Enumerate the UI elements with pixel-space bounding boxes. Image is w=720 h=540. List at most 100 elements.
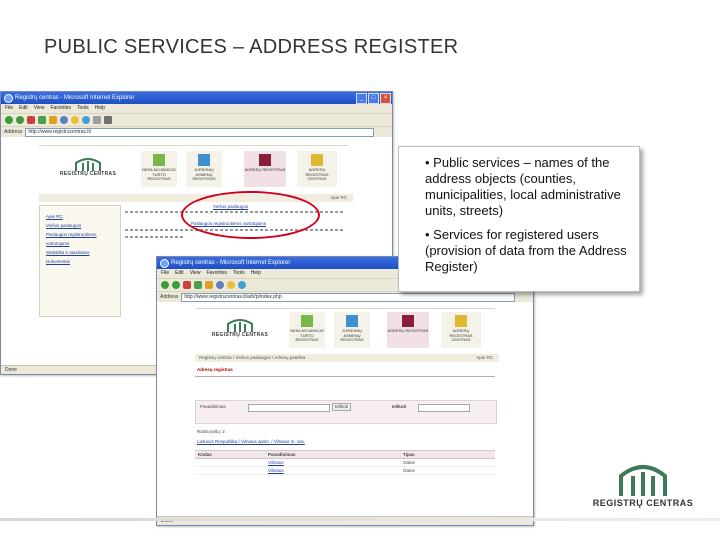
address-register-icon xyxy=(402,315,414,327)
tile-address-register[interactable]: ADRESŲ REGISTRAS xyxy=(244,151,286,187)
ie-icon xyxy=(160,259,169,268)
menu-file[interactable]: File xyxy=(5,104,13,113)
stop-icon[interactable] xyxy=(27,116,35,124)
table-row[interactable]: Vilniaus Gatvė xyxy=(195,467,495,475)
table-row[interactable]: Vilniaus Gatvė xyxy=(195,459,495,467)
rc-logo-text: REGISTRŲ CENTRAS xyxy=(59,171,117,177)
menu-view[interactable]: View xyxy=(34,104,45,113)
slide-title: PUBLIC SERVICES – ADDRESS REGISTER xyxy=(44,36,459,58)
menu-edit[interactable]: Edit xyxy=(175,269,184,278)
menu-edit[interactable]: Edit xyxy=(19,104,28,113)
tile-label: ADRESŲ REGISTRAS CENTRAS xyxy=(305,167,329,181)
status-text: Done xyxy=(5,367,17,373)
address-input[interactable]: http://www.registrucentras.lt/adr/p/inde… xyxy=(181,292,515,302)
menu-file[interactable]: File xyxy=(161,269,169,278)
tile-real-estate[interactable]: NEKILNOJAMOJO TURTO REGISTRAS xyxy=(289,312,325,348)
refresh-icon[interactable] xyxy=(194,281,202,289)
address-register-icon xyxy=(259,154,271,166)
home-icon[interactable] xyxy=(205,281,213,289)
rc-logo-icon xyxy=(227,319,253,332)
legal-entities-icon xyxy=(198,154,210,166)
search-panel: Pavadinimas Ieškoti Ieškoti xyxy=(195,400,497,424)
refresh-icon[interactable] xyxy=(38,116,46,124)
back-icon[interactable] xyxy=(5,116,13,124)
tile-centre[interactable]: ADRESŲ REGISTRAS CENTRAS xyxy=(441,312,481,348)
favorites-icon[interactable] xyxy=(227,281,235,289)
minimize-button[interactable]: _ xyxy=(356,93,367,104)
address-input[interactable]: http://www.registrucentras.lt/ xyxy=(25,127,374,137)
search-input[interactable] xyxy=(248,404,330,412)
maximize-button[interactable]: □ xyxy=(368,93,379,104)
found-count: Rasta įrašų: 2 xyxy=(197,429,225,434)
section-title: Adresų registras xyxy=(197,367,233,372)
search-button[interactable]: Ieškoti xyxy=(332,403,352,411)
search-icon[interactable] xyxy=(60,116,68,124)
cell-name[interactable]: Vilniaus xyxy=(268,467,403,474)
window-title: Registrų centras - Microsoft Internet Ex… xyxy=(15,95,135,101)
nav-right-link[interactable]: Apie RC xyxy=(330,194,347,202)
cell-code xyxy=(195,459,268,466)
forward-icon[interactable] xyxy=(16,116,24,124)
search-icon[interactable] xyxy=(216,281,224,289)
tile-label: NEKILNOJAMOJO TURTO REGISTRAS xyxy=(290,328,324,342)
tile-real-estate[interactable]: NEKILNOJAMOJO TURTO REGISTRAS xyxy=(141,151,177,187)
col-type[interactable]: Tipas xyxy=(403,451,493,458)
sidebar-item-registered-services[interactable]: Paslaugos registruotiems vartotojams xyxy=(40,230,120,248)
tile-legal-entities[interactable]: JURIDINIŲ ASMENŲ REGISTRAS xyxy=(334,312,370,348)
favorites-icon[interactable] xyxy=(71,116,79,124)
result-path-link[interactable]: Lietuvos Respublika / Vilniaus apskr. / … xyxy=(197,438,305,445)
menu-favorites[interactable]: Favorites xyxy=(206,269,227,278)
tile-label: ADRESŲ REGISTRAS xyxy=(244,167,286,172)
results-table: Kodas Pavadinimas Tipas Vilniaus Gatvė V… xyxy=(195,450,495,475)
address-label: Address xyxy=(160,294,179,300)
callout-bullet-public: • Public services – names of the address… xyxy=(425,155,621,218)
history-icon[interactable] xyxy=(82,116,90,124)
menu-favorites[interactable]: Favorites xyxy=(50,104,71,113)
real-estate-icon xyxy=(301,315,313,327)
brand-logo-icon xyxy=(619,465,667,496)
forward-icon[interactable] xyxy=(172,281,180,289)
rc-logo[interactable]: REGISTRŲ CENTRAS xyxy=(205,318,275,338)
tile-centre[interactable]: ADRESŲ REGISTRAS CENTRAS xyxy=(297,151,337,187)
cell-code xyxy=(195,467,268,474)
history-icon[interactable] xyxy=(238,281,246,289)
stop-icon[interactable] xyxy=(183,281,191,289)
breadcrumb-text[interactable]: Registrų centras / Viešos paslaugos / Ad… xyxy=(199,355,305,360)
tile-label: ADRESŲ REGISTRAS xyxy=(387,328,429,333)
col-code[interactable]: Kodas xyxy=(195,451,268,458)
close-button[interactable]: × xyxy=(380,93,391,104)
sidebar-item-documents[interactable]: Dokumentai xyxy=(40,257,120,266)
divider xyxy=(195,376,495,377)
menu-view[interactable]: View xyxy=(190,269,201,278)
toolbar xyxy=(1,113,392,126)
breadcrumb: Registrų centras / Viešos paslaugos / Ad… xyxy=(195,354,499,362)
mail-icon[interactable] xyxy=(93,116,101,124)
page-content: REGISTRŲ CENTRAS NEKILNOJAMOJO TURTO REG… xyxy=(157,304,533,516)
sidebar-item-about[interactable]: Apie RC xyxy=(40,212,120,221)
window-title: Registrų centras - Microsoft Internet Ex… xyxy=(171,260,291,266)
window-titlebar[interactable]: Registrų centras - Microsoft Internet Ex… xyxy=(1,92,392,104)
nav-right-link[interactable]: Apie RC xyxy=(476,354,493,362)
tile-label: JURIDINIŲ ASMENŲ REGISTRAS xyxy=(340,328,364,342)
rc-logo[interactable]: REGISTRŲ CENTRAS xyxy=(53,157,123,177)
home-icon[interactable] xyxy=(49,116,57,124)
menu-tools[interactable]: Tools xyxy=(233,269,245,278)
tile-legal-entities[interactable]: JURIDINIŲ ASMENŲ REGISTRAS xyxy=(186,151,222,187)
sidebar-item-public-services[interactable]: Viešos paslaugos xyxy=(40,221,120,230)
tile-address-register[interactable]: ADRESŲ REGISTRAS xyxy=(387,312,429,348)
back-icon[interactable] xyxy=(161,281,169,289)
print-icon[interactable] xyxy=(104,116,112,124)
cell-name[interactable]: Vilniaus xyxy=(268,459,403,466)
col-name[interactable]: Pavadinimas xyxy=(268,451,403,458)
menu-help[interactable]: Help xyxy=(251,269,261,278)
footer-line xyxy=(0,518,720,521)
secondary-input[interactable] xyxy=(418,404,470,412)
sidebar-item-statistics[interactable]: Statistika ir ataskaitos xyxy=(40,248,120,257)
divider xyxy=(39,145,349,146)
rc-logo-icon xyxy=(75,158,101,171)
search-button-secondary[interactable]: Ieškoti xyxy=(392,403,406,410)
menu-tools[interactable]: Tools xyxy=(77,104,89,113)
menu-help[interactable]: Help xyxy=(95,104,105,113)
callout-box: • Public services – names of the address… xyxy=(398,146,640,292)
tile-label: JURIDINIŲ ASMENŲ REGISTRAS xyxy=(192,167,216,181)
